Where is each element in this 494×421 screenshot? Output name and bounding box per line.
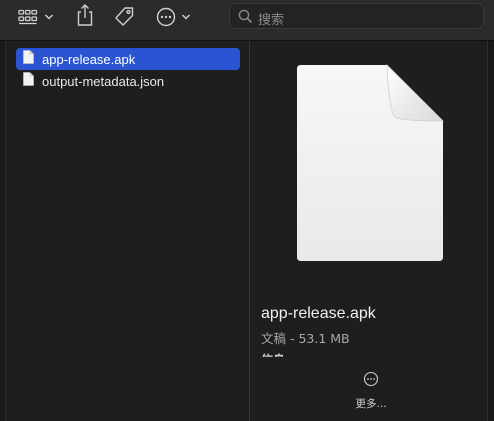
ellipsis-circle-icon [155, 6, 177, 28]
document-icon [23, 71, 34, 91]
more-label: 更多... [355, 398, 387, 410]
list-item[interactable]: output-metadata.json [16, 70, 240, 92]
file-list-column: app-release.apk output-metadata.json [7, 41, 250, 421]
previous-column-edge [0, 41, 6, 421]
preview-info-heading: 信息 [261, 351, 285, 357]
more-button[interactable]: 更多... [347, 371, 395, 411]
search-field[interactable]: 搜索 [229, 3, 484, 29]
document-large-icon [295, 63, 445, 268]
preview-pane: app-release.apk 文稿 - 53.1 MB 信息 更多... [251, 41, 487, 421]
next-window-edge [487, 41, 494, 421]
tag-button[interactable] [113, 5, 135, 29]
search-icon [238, 9, 253, 29]
file-name: app-release.apk [42, 51, 136, 67]
preview-file-name: app-release.apk [261, 305, 376, 322]
chevron-down-icon [181, 13, 191, 21]
share-button[interactable] [75, 3, 95, 27]
view-mode-button[interactable] [18, 5, 54, 29]
toolbar: 搜索 [0, 0, 494, 40]
ellipsis-circle-icon [347, 371, 395, 392]
document-icon [23, 49, 34, 69]
action-menu-button[interactable] [155, 5, 191, 29]
preview-file-meta: 文稿 - 53.1 MB [261, 331, 350, 346]
share-icon [75, 2, 95, 28]
tag-icon [113, 6, 135, 28]
grid-view-icon [18, 9, 40, 25]
file-name: output-metadata.json [42, 73, 165, 89]
search-placeholder: 搜索 [258, 13, 285, 28]
chevron-down-icon [44, 13, 54, 21]
list-item[interactable]: app-release.apk [16, 48, 240, 70]
